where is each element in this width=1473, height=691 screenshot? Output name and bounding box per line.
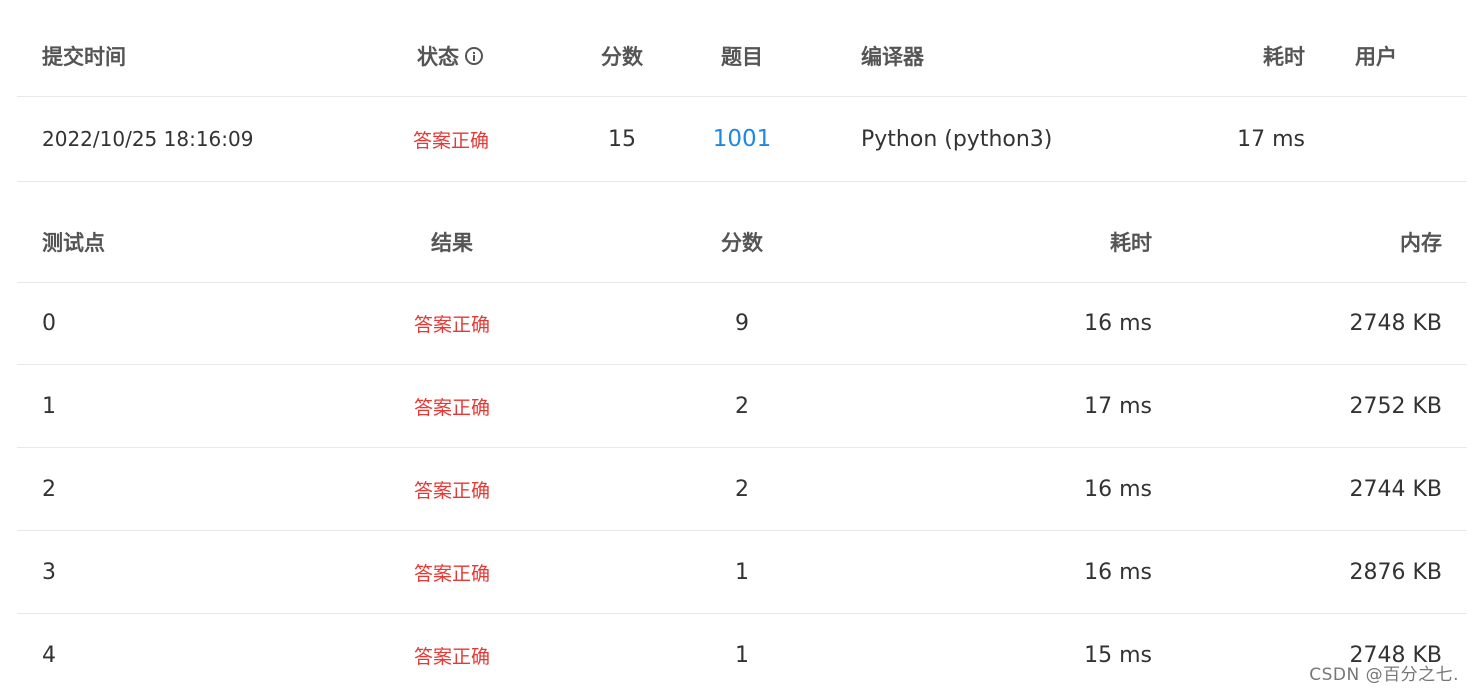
header-testcase-point: 测试点: [42, 230, 105, 255]
header-user: 用户: [1355, 44, 1397, 69]
submission-score: 15: [608, 126, 636, 152]
testcase-score: 1: [735, 559, 749, 585]
testcase-row: 1 答案正确 2 17 ms 2752 KB: [17, 365, 1467, 448]
csdn-watermark: CSDN @百分之七.: [1309, 665, 1459, 685]
header-time-cost: 耗时: [1263, 44, 1305, 69]
testcase-header-row: 测试点 结果 分数 耗时 内存: [17, 201, 1467, 283]
testcase-memory: 2744 KB: [1349, 476, 1442, 502]
submission-header-row: 提交时间 状态 分数 题目 编译器 耗时 用户: [17, 15, 1467, 97]
testcase-memory: 2752 KB: [1349, 393, 1442, 419]
header-status: 状态: [417, 15, 483, 96]
testcase-score: 2: [735, 393, 749, 419]
testcase-time: 16 ms: [1084, 311, 1152, 336]
testcase-result: 答案正确: [413, 314, 490, 336]
testcase-result: 答案正确: [413, 479, 490, 502]
testcase-score: 1: [735, 642, 749, 668]
submission-detail-page: 提交时间 状态 分数 题目 编译器 耗时 用户 2022/10/25 18:16…: [0, 0, 1473, 691]
submission-time-cost: 17 ms: [1237, 126, 1305, 152]
testcase-score: 2: [735, 476, 749, 502]
submission-row: 2022/10/25 18:16:09 答案正确 15 1001 Python …: [17, 97, 1467, 182]
testcase-row: 2 答案正确 2 16 ms 2744 KB: [17, 448, 1467, 531]
problem-link[interactable]: 1001: [707, 97, 777, 181]
testcase-score: 9: [735, 311, 749, 336]
testcase-point: 3: [42, 559, 56, 585]
info-circle-icon[interactable]: [465, 46, 483, 65]
header-submit-time: 提交时间: [42, 44, 126, 69]
testcase-time: 16 ms: [1084, 559, 1152, 585]
testcase-point: 1: [42, 393, 56, 419]
submission-table: 提交时间 状态 分数 题目 编译器 耗时 用户 2022/10/25 18:16…: [17, 15, 1467, 182]
testcase-point: 4: [42, 642, 56, 668]
testcase-table: 测试点 结果 分数 耗时 内存 0 答案正确 9 16 ms 2748 KB 1…: [17, 201, 1467, 691]
header-memory: 内存: [1400, 230, 1442, 255]
testcase-result: 答案正确: [413, 562, 490, 585]
testcase-row: 4 答案正确 1 15 ms 2748 KB: [17, 614, 1467, 691]
header-problem: 题目: [721, 44, 763, 69]
header-compiler: 编译器: [861, 44, 924, 69]
testcase-result: 答案正确: [413, 396, 490, 419]
header-result: 结果: [431, 230, 473, 255]
testcase-point: 2: [42, 476, 56, 502]
testcase-result: 答案正确: [413, 645, 490, 668]
header-status-label: 状态: [417, 44, 459, 69]
testcase-row: 0 答案正确 9 16 ms 2748 KB: [17, 283, 1467, 365]
testcase-time: 17 ms: [1084, 393, 1152, 419]
testcase-time: 16 ms: [1084, 476, 1152, 502]
header-score: 分数: [601, 44, 643, 69]
testcase-memory: 2876 KB: [1349, 559, 1442, 585]
submit-time: 2022/10/25 18:16:09: [42, 127, 254, 151]
header-testcase-score: 分数: [721, 230, 763, 255]
testcase-point: 0: [42, 311, 56, 336]
compiler-name: Python (python3): [861, 126, 1053, 152]
submission-status[interactable]: 答案正确: [413, 97, 489, 181]
testcase-row: 3 答案正确 1 16 ms 2876 KB: [17, 531, 1467, 614]
testcase-memory: 2748 KB: [1349, 311, 1442, 336]
header-testcase-time: 耗时: [1110, 230, 1152, 255]
testcase-time: 15 ms: [1084, 642, 1152, 668]
